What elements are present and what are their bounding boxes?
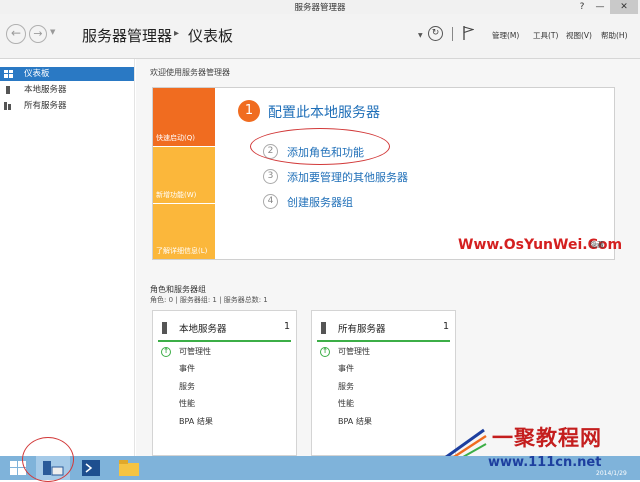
card-row-manageability[interactable]: 可管理性 (179, 346, 211, 357)
forward-button[interactable]: → (29, 25, 47, 43)
step-create-server-group[interactable]: 创建服务器组 (287, 194, 353, 210)
check-circle-icon: ↑ (320, 347, 330, 357)
back-arrow-icon: ← (10, 26, 22, 40)
card-local-server[interactable]: 本地服务器 1 ↑ 可管理性 事件 服务 性能 BPA 结果 (152, 310, 297, 456)
site-logo-text: 一聚教程网 (492, 426, 602, 450)
window-title: 服务器管理器 (294, 3, 346, 13)
sidebar-item-all-servers[interactable]: 所有服务器 (0, 99, 134, 113)
step-number: 1 (238, 100, 260, 122)
sidebar-item-dashboard[interactable]: 仪表板 (0, 67, 134, 81)
notifications-flag-icon[interactable] (462, 25, 474, 41)
status-bar (317, 340, 450, 342)
tile-learn-more[interactable]: 了解详细信息(L) (153, 203, 215, 259)
server-icon (6, 86, 10, 94)
servers-icon (321, 322, 326, 334)
sidebar-item-label: 所有服务器 (24, 101, 67, 111)
status-bar (158, 340, 291, 342)
step-add-other-servers[interactable]: 添加要管理的其他服务器 (287, 169, 408, 185)
card-row-services[interactable]: 服务 (179, 381, 195, 392)
roles-heading: 角色和服务器组 (150, 285, 206, 294)
breadcrumb-current: 仪表板 (188, 27, 234, 45)
tile-whats-new[interactable]: 新增功能(W) (153, 146, 215, 203)
card-row-bpa[interactable]: BPA 结果 (338, 416, 372, 427)
step-number: 3 (263, 169, 278, 184)
annotation-circle (250, 128, 390, 165)
card-row-services[interactable]: 服务 (338, 381, 354, 392)
card-count: 1 (283, 321, 290, 332)
server-icon (162, 322, 167, 334)
folder-icon (119, 460, 139, 476)
sidebar (0, 59, 135, 456)
menu-manage[interactable]: 管理(M) (492, 30, 519, 41)
tile-label: 快速启动(Q) (156, 134, 195, 142)
card-row-manageability[interactable]: 可管理性 (338, 346, 370, 357)
card-row-performance[interactable]: 性能 (179, 398, 195, 409)
menu-tools[interactable]: 工具(T) (533, 30, 558, 41)
header-divider (452, 27, 453, 41)
card-title: 所有服务器 (338, 324, 386, 335)
breadcrumb-root[interactable]: 服务器管理器 (82, 25, 172, 46)
tile-label: 了解详细信息(L) (156, 247, 208, 255)
site-url-text: www.111cn.net (488, 455, 602, 470)
card-count: 1 (442, 321, 449, 332)
card-title: 本地服务器 (179, 324, 227, 335)
card-row-events[interactable]: 事件 (338, 363, 354, 374)
breadcrumb-separator: ▸ (174, 28, 180, 39)
tile-label: 新增功能(W) (156, 191, 197, 199)
welcome-title: 欢迎使用服务器管理器 (150, 68, 230, 77)
tile-divider (153, 146, 215, 147)
history-dropdown-icon[interactable]: ▼ (50, 28, 55, 36)
close-button[interactable]: ✕ (610, 0, 638, 14)
sidebar-item-label: 本地服务器 (24, 85, 67, 95)
card-row-performance[interactable]: 性能 (338, 398, 354, 409)
powershell-icon (82, 460, 100, 476)
check-circle-icon: ↑ (161, 347, 171, 357)
roles-subheading: 角色: 0 | 服务器组: 1 | 服务器总数: 1 (150, 296, 268, 304)
sidebar-item-label: 仪表板 (24, 69, 50, 79)
refresh-icon[interactable]: ↻ (428, 26, 443, 41)
minimize-button[interactable]: — (592, 0, 608, 14)
annotation-circle (22, 437, 74, 482)
taskbar-file-explorer[interactable] (112, 456, 146, 480)
menu-help[interactable]: 帮助(H) (601, 30, 628, 41)
card-row-events[interactable]: 事件 (179, 363, 195, 374)
step-number: 4 (263, 194, 278, 209)
back-button[interactable]: ← (6, 24, 26, 44)
sidebar-item-local-server[interactable]: 本地服务器 (0, 83, 134, 97)
refresh-dropdown-icon[interactable]: ▼ (418, 32, 423, 39)
menu-view[interactable]: 视图(V) (566, 30, 592, 41)
servers-icon (4, 102, 11, 110)
step-configure-local-server[interactable]: 配置此本地服务器 (268, 102, 380, 122)
forward-arrow-icon: → (33, 27, 43, 40)
taskbar-powershell[interactable] (74, 456, 108, 480)
dashboard-icon (4, 70, 13, 78)
help-window-button[interactable]: ? (574, 0, 590, 14)
tile-divider (153, 203, 215, 204)
clock-date: 2014/1/29 (596, 470, 627, 477)
tile-quick-start[interactable]: 快速启动(Q) (153, 88, 215, 146)
card-row-bpa[interactable]: BPA 结果 (179, 416, 213, 427)
hide-link[interactable]: 隐藏 (590, 240, 604, 250)
